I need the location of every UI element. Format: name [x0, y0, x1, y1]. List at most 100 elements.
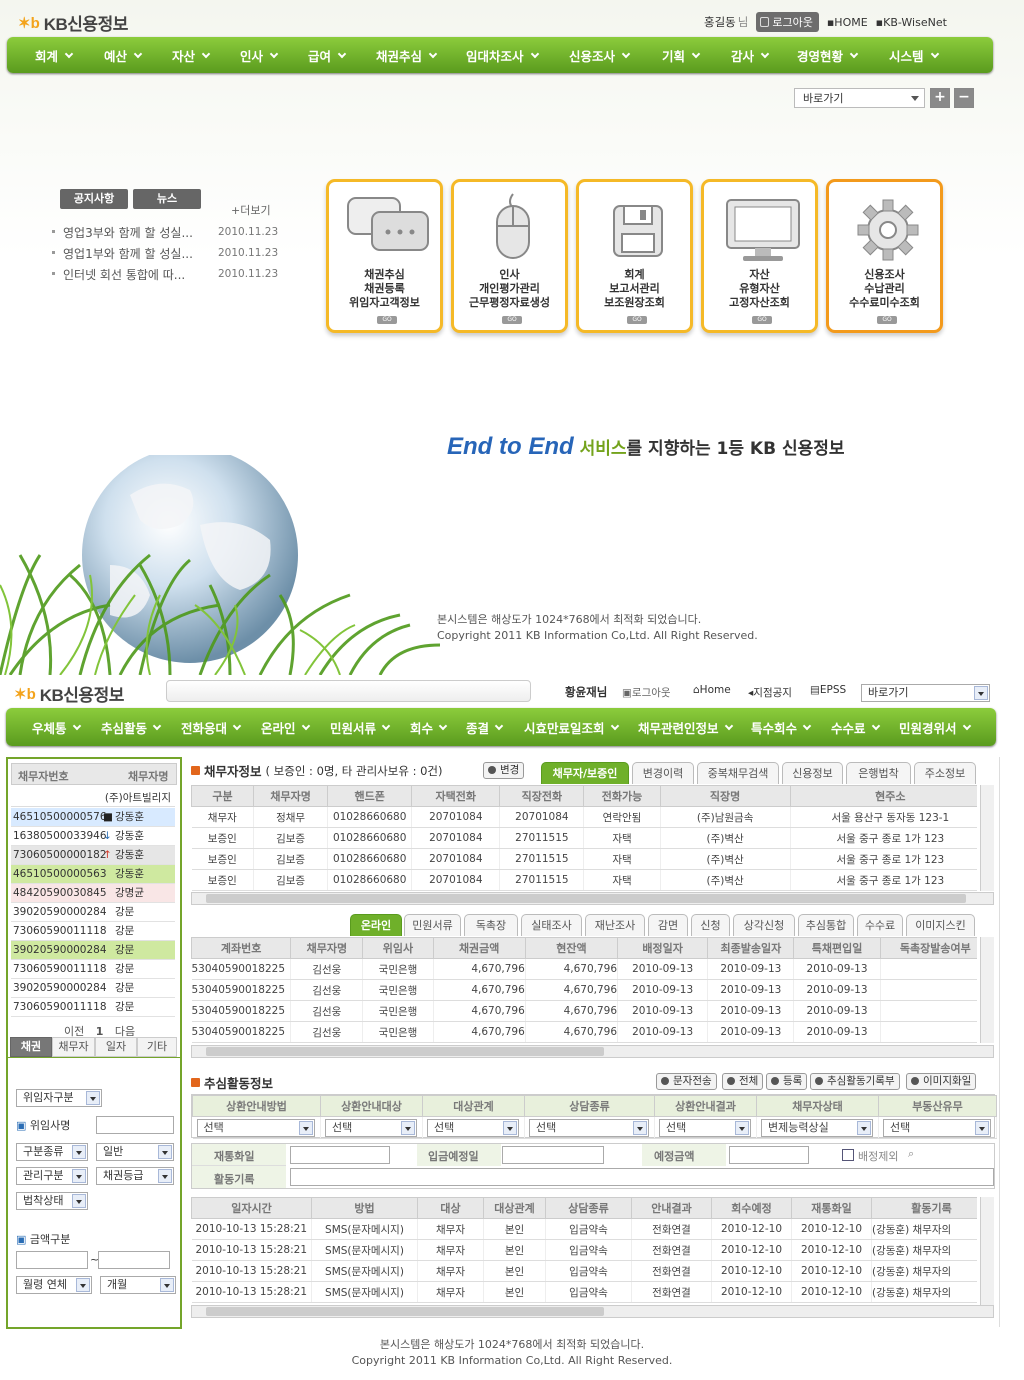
debtor-list-item[interactable]: 16380500033946 ↓ 강동훈	[11, 827, 175, 846]
subnav-item[interactable]: 회수	[410, 718, 448, 737]
nav-item[interactable]: 감사	[731, 46, 770, 65]
subnav-item[interactable]: 종결	[466, 718, 504, 737]
column-header[interactable]: 현주소	[789, 785, 977, 807]
notice-item[interactable]: 영업1부와 함께 할 성실...	[63, 245, 193, 262]
tab-item[interactable]: 추심통합	[798, 914, 854, 936]
home-link[interactable]: ▪HOME	[827, 16, 868, 29]
debtor-v-scrollbar[interactable]	[980, 785, 994, 891]
planned-amount-input[interactable]	[729, 1146, 809, 1164]
zoom-out-button[interactable]: −	[954, 88, 974, 108]
table-row[interactable]: 53040590018225 김선웅 국민은행 4,670,796 4,670,796 2…	[191, 1000, 977, 1022]
debtor-list-item[interactable]: 73060590011118 강문	[11, 922, 175, 941]
subnav-item[interactable]: 채무관련인정보	[638, 718, 733, 737]
table-row[interactable]: 채무자 정채무 01028660680 20701084 20701084 연락안됨 (주)…	[191, 806, 977, 828]
table-row[interactable]: 2010-10-13 15:28:21 SMS(문자메시지) 채무자 본인 입금약속 전화…	[191, 1239, 977, 1261]
table-row[interactable]: 53040590018225 김선웅 국민은행 4,670,796 4,670,796 2…	[191, 979, 977, 1001]
tab-item[interactable]: 온라인	[350, 914, 402, 936]
tab-item[interactable]: 민원서류	[404, 914, 461, 936]
zoom-in-button[interactable]: +	[930, 88, 950, 108]
home-link[interactable]: ⌂Home	[693, 684, 731, 696]
filter-select[interactable]: 선택	[325, 1119, 417, 1137]
account-v-scrollbar[interactable]	[980, 937, 994, 1043]
tab-item[interactable]: 독촉장	[464, 914, 518, 936]
go-button[interactable]: GO	[877, 316, 897, 324]
column-header[interactable]: 배정일자	[617, 937, 709, 959]
delegator-name-input[interactable]	[96, 1116, 174, 1134]
wisenet-link[interactable]: ▪KB-WiseNet	[876, 16, 947, 29]
column-header[interactable]: 최종발송일자	[707, 937, 795, 959]
nav-item[interactable]: 임대차조사	[466, 46, 539, 65]
table-row[interactable]: 53040590018225 김선웅 국민은행 4,670,796 4,670,796 2…	[191, 958, 977, 980]
table-row[interactable]: 보증인김보증010286606802070108427011515자택(주)벽산…	[191, 848, 977, 870]
kb-logo[interactable]: ✶b KB신용정보	[18, 10, 128, 35]
column-header[interactable]: 특채편입일	[793, 937, 881, 959]
column-header[interactable]: 일자시간	[191, 1197, 312, 1219]
column-header[interactable]: 위임사	[362, 937, 434, 959]
debtor-h-scrollbar[interactable]	[191, 892, 994, 905]
tab-notice[interactable]: 공지사항	[60, 189, 128, 209]
nav-item[interactable]: 예산	[104, 46, 143, 65]
column-header[interactable]: 활동기록	[871, 1197, 977, 1219]
column-header[interactable]: 방법	[311, 1197, 418, 1219]
debtor-list-item[interactable]: 73060590011118 강문	[11, 960, 175, 979]
kind-value-select[interactable]: 일반	[96, 1143, 174, 1161]
table-row[interactable]: 53040590018225 김선웅 국민은행 4,670,796 4,670,796 2…	[191, 1021, 977, 1043]
nav-item[interactable]: 기획	[662, 46, 701, 65]
column-header[interactable]: 자택전화	[411, 785, 501, 807]
debtor-list-item[interactable]: 46510500000576 ■ 강동훈	[11, 808, 175, 827]
tab-item[interactable]: 이미지스킨	[906, 914, 975, 936]
subnav-item[interactable]: 민원서류	[330, 718, 391, 737]
table-row[interactable]: 2010-10-13 15:28:21 SMS(문자메시지) 채무자 본인 입금약속 전화…	[191, 1260, 977, 1282]
activity-button[interactable]: 이미지화일	[906, 1073, 977, 1090]
tab-item[interactable]: 은행법착	[846, 762, 911, 784]
notice-item[interactable]: 인터넷 회선 통합에 따...	[63, 266, 185, 283]
branch-notice-link[interactable]: ◂지점공지	[748, 685, 792, 700]
table-row[interactable]: 2010-10-13 15:28:21 SMS(문자메시지) 채무자 본인 입금약속 전화…	[191, 1281, 977, 1303]
column-header[interactable]: 회수예정	[711, 1197, 792, 1219]
debtor-list-item[interactable]: 39020590000284 강문	[11, 903, 175, 922]
column-header[interactable]: 구분	[191, 785, 255, 807]
month-select[interactable]: 개월	[100, 1276, 176, 1294]
kind-select[interactable]: 구분종류	[16, 1143, 88, 1161]
activity-button[interactable]: 전체	[722, 1073, 764, 1090]
nav-item[interactable]: 채권추심	[376, 46, 438, 65]
search-icon[interactable]: ⌕	[908, 1147, 914, 1161]
activity-button[interactable]: 등록	[766, 1073, 808, 1090]
quick-card[interactable]: 인사 개인평가관리 근무평정자료생성 GO	[451, 179, 568, 333]
deposit-date-input[interactable]	[502, 1146, 604, 1164]
recontact-input[interactable]	[290, 1146, 390, 1164]
filter-select[interactable]: 변제능력상실	[761, 1119, 873, 1137]
table-row[interactable]: 2010-10-13 15:28:21 SMS(문자메시지) 채무자 본인 입금약속 전화…	[191, 1218, 977, 1240]
nav-item[interactable]: 경영현황	[797, 46, 859, 65]
sidebar-tab[interactable]: 기타	[137, 1037, 177, 1057]
legal-status-select[interactable]: 법착상태	[16, 1192, 88, 1210]
quick-card[interactable]: 회계 보고서관리 보조원장조회 GO	[576, 179, 693, 333]
nav-item[interactable]: 시스템	[889, 46, 939, 65]
column-header[interactable]: 채무자명	[290, 937, 364, 959]
nav-item[interactable]: 신용조사	[569, 46, 631, 65]
tab-item[interactable]: 신청	[691, 914, 730, 936]
go-button[interactable]: GO	[627, 316, 647, 324]
notice-item[interactable]: 영업3부와 함께 할 성실...	[63, 224, 193, 241]
exclude-checkbox[interactable]	[842, 1149, 854, 1161]
column-header[interactable]: 현잔액	[524, 937, 619, 959]
quick-card[interactable]: 신용조사 수납관리 수수료미수조회 GO	[826, 179, 943, 333]
tab-item[interactable]: 채무자/보증인	[541, 762, 629, 784]
subnav-item[interactable]: 온라인	[261, 718, 310, 737]
kb-logo-small[interactable]: ✶b KB신용정보	[14, 681, 124, 706]
filter-select[interactable]: 선택	[659, 1119, 751, 1137]
debtor-list-item[interactable]: 39020590000284 강문	[11, 979, 175, 998]
subnav-item[interactable]: 특수회수	[751, 718, 812, 737]
column-header[interactable]: 대상관계	[483, 1197, 546, 1219]
debtor-list-item[interactable]: 73060500000182 ↑ 강동훈	[11, 846, 175, 865]
column-header[interactable]: 계좌번호	[191, 937, 292, 959]
filter-select[interactable]: 선택	[529, 1119, 649, 1137]
manage-select[interactable]: 관리구분	[16, 1167, 88, 1185]
subnav-item[interactable]: 민원경위서	[899, 718, 971, 737]
filter-select[interactable]: 선택	[196, 1119, 315, 1137]
sidebar-tab[interactable]: 일자	[95, 1037, 137, 1057]
activity-h-scrollbar[interactable]	[191, 1305, 994, 1318]
more-link[interactable]: +더보기	[231, 202, 271, 218]
subnav-item[interactable]: 추심활동	[101, 718, 162, 737]
table-row[interactable]: 보증인김보증010286606802070108427011515자택(주)벽산…	[191, 869, 977, 891]
